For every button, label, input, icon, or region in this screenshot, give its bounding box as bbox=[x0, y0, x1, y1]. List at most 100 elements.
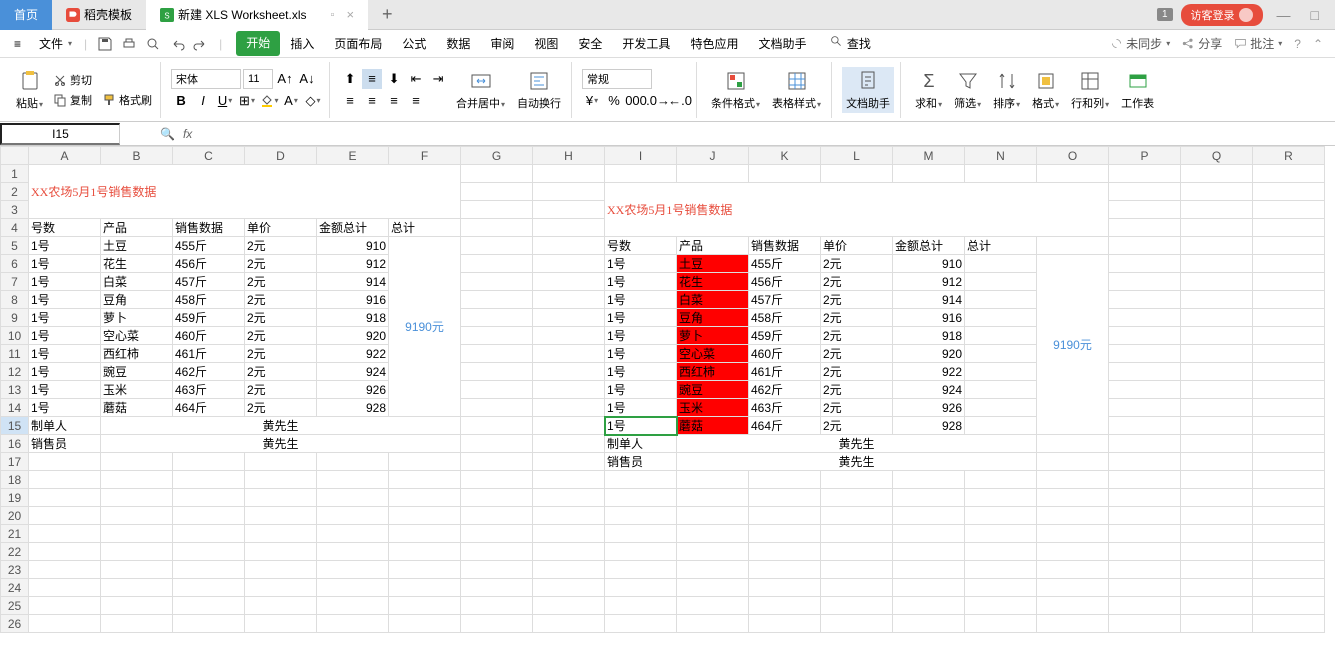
wrap-button[interactable]: 自动换行 bbox=[513, 67, 565, 113]
indent-dec-icon[interactable]: ⇤ bbox=[406, 69, 426, 89]
cell-F19[interactable] bbox=[389, 489, 461, 507]
cell-K5[interactable]: 销售数据 bbox=[749, 237, 821, 255]
cell-B11[interactable]: 西红柿 bbox=[101, 345, 173, 363]
cell-O25[interactable] bbox=[1037, 597, 1109, 615]
bold-button[interactable]: B bbox=[171, 91, 191, 111]
cell-P10[interactable] bbox=[1109, 327, 1181, 345]
cell-E11[interactable]: 922 bbox=[317, 345, 389, 363]
cell-M10[interactable]: 918 bbox=[893, 327, 965, 345]
cell-P24[interactable] bbox=[1109, 579, 1181, 597]
cell-Q23[interactable] bbox=[1181, 561, 1253, 579]
cell-B7[interactable]: 白菜 bbox=[101, 273, 173, 291]
cell-H15[interactable] bbox=[533, 417, 605, 435]
col-header-F[interactable]: F bbox=[389, 147, 461, 165]
row-header-26[interactable]: 26 bbox=[1, 615, 29, 633]
row-header-25[interactable]: 25 bbox=[1, 597, 29, 615]
spreadsheet-grid[interactable]: ABCDEFGHIJKLMNOPQR1XX农场5月1号销售数据2XX农场5月1号… bbox=[0, 146, 1335, 654]
collapse-ribbon-icon[interactable]: ⌃ bbox=[1313, 37, 1323, 51]
cell-D6[interactable]: 2元 bbox=[245, 255, 317, 273]
cell-M12[interactable]: 922 bbox=[893, 363, 965, 381]
cell-I19[interactable] bbox=[605, 489, 677, 507]
cell-D12[interactable]: 2元 bbox=[245, 363, 317, 381]
cell-O5[interactable] bbox=[1037, 237, 1109, 255]
row-header-9[interactable]: 9 bbox=[1, 309, 29, 327]
cell-N22[interactable] bbox=[965, 543, 1037, 561]
cell-B23[interactable] bbox=[101, 561, 173, 579]
cell-G1[interactable] bbox=[461, 165, 533, 183]
cell-A26[interactable] bbox=[29, 615, 101, 633]
doc-helper-button[interactable]: 文档助手 bbox=[842, 67, 894, 113]
cell-R15[interactable] bbox=[1253, 417, 1325, 435]
cell-F24[interactable] bbox=[389, 579, 461, 597]
cell-E24[interactable] bbox=[317, 579, 389, 597]
cell-D11[interactable]: 2元 bbox=[245, 345, 317, 363]
cell-Q2[interactable] bbox=[1181, 183, 1253, 201]
cell-J5[interactable]: 产品 bbox=[677, 237, 749, 255]
cell-I20[interactable] bbox=[605, 507, 677, 525]
comment-button[interactable]: 批注▾ bbox=[1234, 35, 1282, 52]
cell-R19[interactable] bbox=[1253, 489, 1325, 507]
fill-color-button[interactable]: ▾ bbox=[259, 91, 279, 111]
cell-G16[interactable] bbox=[461, 435, 533, 453]
cell-A20[interactable] bbox=[29, 507, 101, 525]
cell-O24[interactable] bbox=[1037, 579, 1109, 597]
cell-L8[interactable]: 2元 bbox=[821, 291, 893, 309]
cell-H4[interactable] bbox=[533, 219, 605, 237]
cell-D10[interactable]: 2元 bbox=[245, 327, 317, 345]
cell-P17[interactable] bbox=[1109, 453, 1181, 471]
align-left-icon[interactable]: ≡ bbox=[340, 91, 360, 111]
cell-I7[interactable]: 1号 bbox=[605, 273, 677, 291]
cell-Q11[interactable] bbox=[1181, 345, 1253, 363]
col-header-A[interactable]: A bbox=[29, 147, 101, 165]
cell-N18[interactable] bbox=[965, 471, 1037, 489]
cell-K6[interactable]: 455斤 bbox=[749, 255, 821, 273]
cell-M25[interactable] bbox=[893, 597, 965, 615]
cell-K8[interactable]: 457斤 bbox=[749, 291, 821, 309]
cell-R2[interactable] bbox=[1253, 183, 1325, 201]
increase-font-icon[interactable]: A↑ bbox=[275, 69, 295, 89]
cell-H2[interactable] bbox=[533, 183, 605, 201]
cell-R22[interactable] bbox=[1253, 543, 1325, 561]
cell-H9[interactable] bbox=[533, 309, 605, 327]
cell-D13[interactable]: 2元 bbox=[245, 381, 317, 399]
cell-C22[interactable] bbox=[173, 543, 245, 561]
cell-D18[interactable] bbox=[245, 471, 317, 489]
cell-P12[interactable] bbox=[1109, 363, 1181, 381]
cell-D22[interactable] bbox=[245, 543, 317, 561]
cell-G6[interactable] bbox=[461, 255, 533, 273]
cell-L15[interactable]: 2元 bbox=[821, 417, 893, 435]
cell-G8[interactable] bbox=[461, 291, 533, 309]
dec-decrease-icon[interactable]: ←.0 bbox=[670, 91, 690, 111]
cell-B24[interactable] bbox=[101, 579, 173, 597]
cell-G4[interactable] bbox=[461, 219, 533, 237]
cell-M11[interactable]: 920 bbox=[893, 345, 965, 363]
cell-C8[interactable]: 458斤 bbox=[173, 291, 245, 309]
cell-A11[interactable]: 1号 bbox=[29, 345, 101, 363]
undo-icon[interactable] bbox=[169, 36, 185, 52]
cell-B14[interactable]: 蘑菇 bbox=[101, 399, 173, 417]
cell-C26[interactable] bbox=[173, 615, 245, 633]
save-icon[interactable] bbox=[97, 36, 113, 52]
cell-C18[interactable] bbox=[173, 471, 245, 489]
col-header-N[interactable]: N bbox=[965, 147, 1037, 165]
cell-N6[interactable] bbox=[965, 255, 1037, 273]
menu-tab-1[interactable]: 插入 bbox=[280, 31, 324, 56]
cell-J13[interactable]: 豌豆 bbox=[677, 381, 749, 399]
cell-H1[interactable] bbox=[533, 165, 605, 183]
cell-G13[interactable] bbox=[461, 381, 533, 399]
cell-F4[interactable]: 总计 bbox=[389, 219, 461, 237]
cell-L10[interactable]: 2元 bbox=[821, 327, 893, 345]
cell-O19[interactable] bbox=[1037, 489, 1109, 507]
cell-L18[interactable] bbox=[821, 471, 893, 489]
cell-Q17[interactable] bbox=[1181, 453, 1253, 471]
cell-L24[interactable] bbox=[821, 579, 893, 597]
cell-G9[interactable] bbox=[461, 309, 533, 327]
cell-A19[interactable] bbox=[29, 489, 101, 507]
cell-N10[interactable] bbox=[965, 327, 1037, 345]
cell-C25[interactable] bbox=[173, 597, 245, 615]
cell-E12[interactable]: 924 bbox=[317, 363, 389, 381]
cell-E20[interactable] bbox=[317, 507, 389, 525]
align-top-icon[interactable]: ⬆ bbox=[340, 69, 360, 89]
cell-A4[interactable]: 号数 bbox=[29, 219, 101, 237]
cell-M5[interactable]: 金额总计 bbox=[893, 237, 965, 255]
